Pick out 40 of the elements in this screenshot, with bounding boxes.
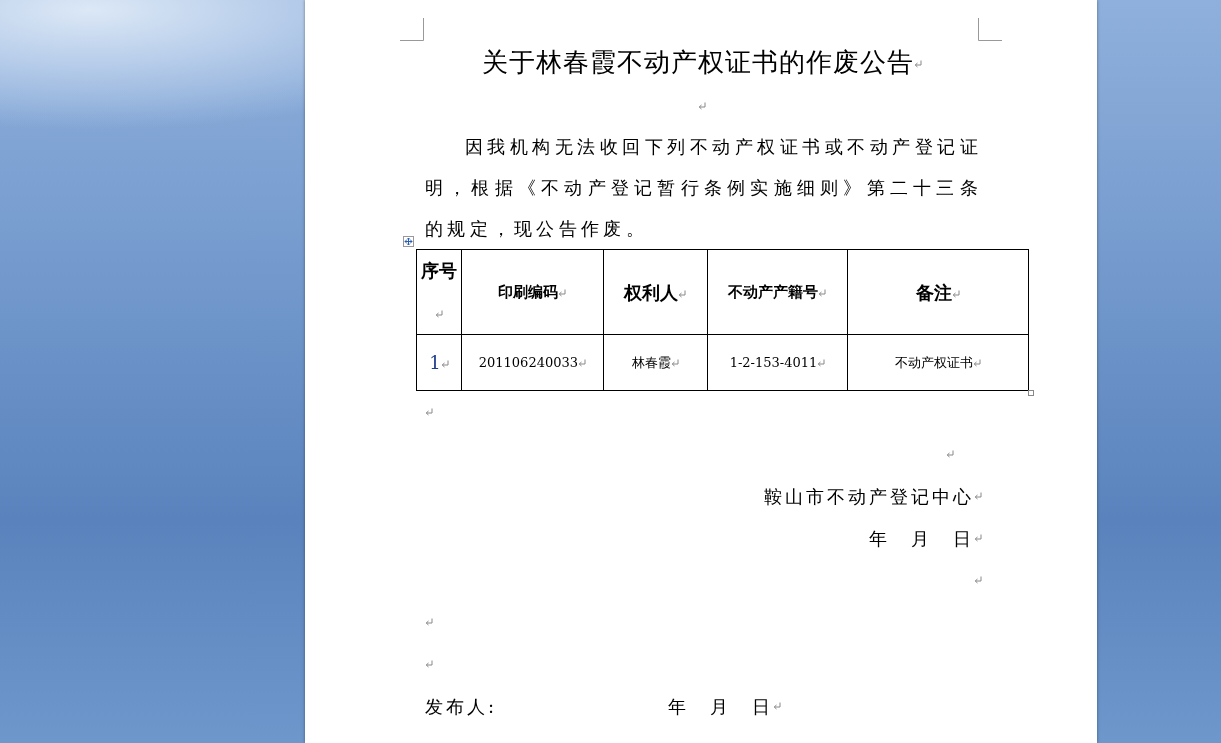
publisher-label: 发布人:: [425, 694, 499, 719]
paragraph-mark-icon: [670, 359, 679, 368]
issuer-name: 鞍山市不动产登记中心: [764, 484, 974, 509]
column-header: 印刷编码: [461, 249, 604, 335]
paragraph-mark-icon: [425, 660, 433, 668]
paragraph-mark-icon: [434, 310, 443, 318]
paragraph-mark-icon: [697, 102, 706, 110]
paragraph-mark-icon: [818, 288, 827, 297]
crop-mark-icon: [400, 18, 424, 41]
paragraph-mark-icon: [952, 289, 961, 298]
column-header: 备注: [847, 249, 1029, 335]
table-cell: 201106240033: [461, 334, 604, 391]
paragraph-mark-icon: [974, 492, 982, 500]
column-header: 不动产产籍号: [707, 249, 848, 335]
table-cell: 不动产权证书: [847, 334, 1029, 391]
column-header: 序号: [416, 249, 462, 335]
crop-mark-icon: [978, 18, 1002, 41]
paragraph-mark-icon: [440, 360, 449, 368]
publisher-date: 年 月 日: [668, 694, 773, 719]
paragraph-mark-icon: [946, 450, 954, 458]
paragraph-mark-icon: [817, 359, 826, 368]
resize-handle[interactable]: [1028, 390, 1034, 396]
paragraph-mark-icon: [974, 534, 982, 542]
paragraph-mark-icon: [425, 618, 433, 626]
issuer-date: 年 月 日: [869, 526, 974, 551]
paragraph-mark-icon: [578, 359, 586, 368]
table-cell: 林春霞: [603, 334, 708, 391]
table-cell: 1: [416, 334, 462, 391]
paragraph-mark-icon: [558, 288, 567, 297]
paragraph-mark-icon: [973, 359, 982, 368]
move-handle-icon[interactable]: [403, 236, 414, 247]
paragraph-mark-icon: [773, 702, 781, 710]
document-title: 关于林春霞不动产权证书的作废公告: [481, 47, 914, 77]
paragraph-mark-icon: [425, 408, 433, 416]
table-cell: 1-2-153-4011: [707, 334, 848, 391]
paragraph-mark-icon: [974, 576, 982, 584]
paragraph-mark-icon: [913, 60, 922, 68]
column-header: 权利人: [603, 249, 708, 335]
intro-paragraph: 因我机构无法收回下列不动产权证书或不动产登记证明，根据《不动产登记暂行条例实施细则》第二十三条的规定，现公告作废。: [425, 135, 982, 241]
paragraph-mark-icon: [678, 289, 687, 298]
